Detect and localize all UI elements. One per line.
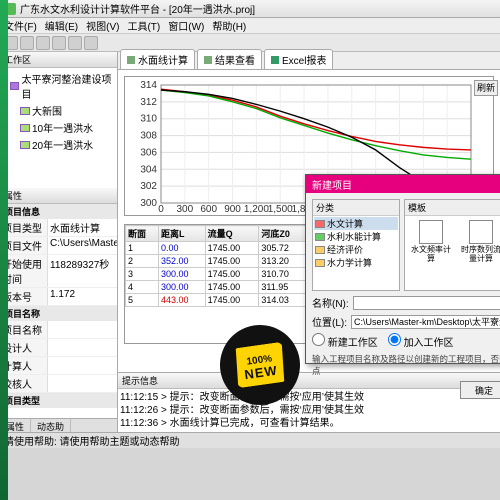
tab-result[interactable]: 结果查看 bbox=[197, 49, 262, 69]
toolbar-button[interactable] bbox=[36, 36, 50, 50]
doc-icon bbox=[204, 56, 212, 64]
folder-icon bbox=[20, 107, 30, 115]
menu-view[interactable]: 视图(V) bbox=[86, 18, 119, 33]
category-item[interactable]: 水力学计算 bbox=[314, 256, 398, 269]
prop-row[interactable]: 版本号1.172 bbox=[0, 288, 117, 306]
refresh-button[interactable]: 刷新 bbox=[474, 80, 498, 96]
tree-item[interactable]: 10年一遇洪水 bbox=[2, 119, 115, 136]
location-field[interactable] bbox=[351, 315, 500, 329]
svg-text:300: 300 bbox=[177, 204, 194, 215]
name-field[interactable] bbox=[353, 296, 500, 310]
prop-row[interactable]: 项目类型水面线计算 bbox=[0, 219, 117, 237]
menu-file[interactable]: 文件(F) bbox=[4, 18, 37, 33]
category-item[interactable]: 经济评价 bbox=[314, 243, 398, 256]
svg-text:300: 300 bbox=[140, 198, 157, 209]
toolbar-button[interactable] bbox=[68, 36, 82, 50]
svg-text:308: 308 bbox=[140, 131, 157, 142]
radio-add-ws[interactable]: 加入工作区 bbox=[388, 333, 454, 349]
svg-text:306: 306 bbox=[140, 147, 157, 158]
svg-text:304: 304 bbox=[140, 164, 157, 175]
prop-row[interactable]: 校核人 bbox=[0, 375, 117, 393]
tab-help[interactable]: 动态助 bbox=[31, 419, 71, 432]
menubar: 文件(F) 编辑(E) 视图(V) 工具(T) 窗口(W) 帮助(H) bbox=[0, 18, 500, 34]
tree-root[interactable]: 太平寮河整治建设项目 bbox=[2, 70, 115, 102]
svg-text:600: 600 bbox=[200, 204, 217, 215]
folder-icon bbox=[315, 220, 325, 228]
toolbar-button[interactable] bbox=[84, 36, 98, 50]
folder-icon bbox=[315, 233, 325, 241]
svg-text:1,200: 1,200 bbox=[244, 204, 269, 215]
svg-text:302: 302 bbox=[140, 181, 157, 192]
folder-icon bbox=[10, 82, 19, 90]
property-grid: 项目信息 项目类型水面线计算项目文件C:\Users\Master-开始使用时间… bbox=[0, 204, 117, 418]
folder-icon bbox=[315, 246, 325, 254]
template-item[interactable]: 时序数列流量计算 bbox=[459, 220, 500, 264]
doc-tabs: 水面线计算 结果查看 Excel报表 bbox=[118, 52, 500, 70]
window-title: 广东水文水利设计计算软件平台 - [20年一遇洪水.proj] bbox=[20, 1, 255, 16]
svg-text:1,500: 1,500 bbox=[268, 204, 293, 215]
svg-text:0: 0 bbox=[158, 204, 164, 215]
statusbar: 请使用帮助: 请使用帮助主题或动态帮助 bbox=[0, 432, 500, 448]
prop-row[interactable]: 设计人 bbox=[0, 339, 117, 357]
menu-edit[interactable]: 编辑(E) bbox=[45, 18, 78, 33]
workspace-header: 工作区 bbox=[0, 52, 117, 68]
template-item[interactable]: 水文频率计算 bbox=[409, 220, 453, 264]
tab-excel[interactable]: Excel报表 bbox=[264, 49, 333, 69]
menu-window[interactable]: 窗口(W) bbox=[168, 18, 204, 33]
props-header: 属性 bbox=[0, 188, 117, 204]
toolbar-button[interactable] bbox=[52, 36, 66, 50]
folder-icon bbox=[20, 124, 30, 132]
svg-text:900: 900 bbox=[224, 204, 241, 215]
doc-icon bbox=[127, 56, 135, 64]
new-project-dialog: 新建项目 分类 水文计算水利水能计算经济评价水力学计算 模板 水文频率计算时序数… bbox=[305, 174, 500, 364]
toolbar-button[interactable] bbox=[20, 36, 34, 50]
folder-icon bbox=[315, 259, 325, 267]
radio-new-ws[interactable]: 新建工作区 bbox=[312, 333, 378, 349]
template-icon bbox=[469, 220, 493, 244]
menu-help[interactable]: 帮助(H) bbox=[212, 18, 246, 33]
svg-text:314: 314 bbox=[140, 80, 157, 91]
category-item[interactable]: 水利水能计算 bbox=[314, 230, 398, 243]
project-tree: 太平寮河整治建设项目 大新围 10年一遇洪水 20年一遇洪水 bbox=[0, 68, 117, 188]
tab-calc[interactable]: 水面线计算 bbox=[120, 49, 195, 69]
ok-button[interactable]: 确定 bbox=[460, 381, 500, 399]
svg-text:310: 310 bbox=[140, 114, 157, 125]
folder-icon bbox=[20, 141, 30, 149]
prop-row[interactable]: 项目文件C:\Users\Master- bbox=[0, 237, 117, 255]
prop-row[interactable]: 计算人 bbox=[0, 357, 117, 375]
tree-item[interactable]: 大新围 bbox=[2, 102, 115, 119]
tree-item[interactable]: 20年一遇洪水 bbox=[2, 136, 115, 153]
prop-row[interactable]: 开始使用时间118289327秒 bbox=[0, 255, 117, 288]
excel-icon bbox=[271, 56, 279, 64]
prop-row[interactable]: 项目名称 bbox=[0, 321, 117, 339]
svg-text:312: 312 bbox=[140, 97, 157, 108]
category-item[interactable]: 水文计算 bbox=[314, 217, 398, 230]
dialog-title: 新建项目 bbox=[306, 175, 500, 193]
menu-tools[interactable]: 工具(T) bbox=[127, 18, 160, 33]
template-icon bbox=[419, 220, 443, 244]
